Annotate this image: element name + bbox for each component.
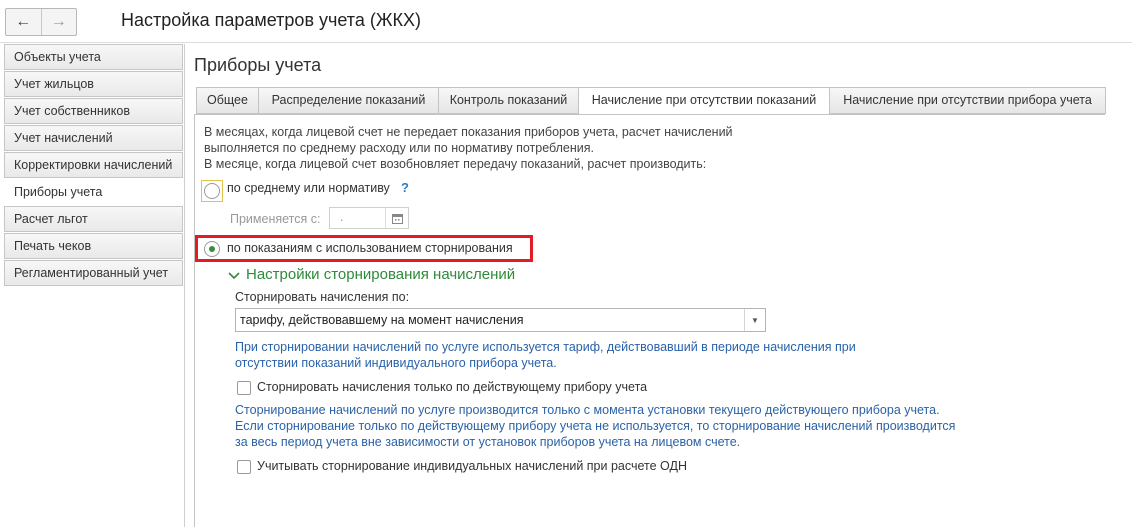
sidebar-item-corrections[interactable]: Корректировки начислений bbox=[4, 152, 183, 178]
info-line: При сторнировании начислений по услуге и… bbox=[235, 340, 856, 354]
panel-border bbox=[194, 114, 195, 527]
description: В месяцах, когда лицевой счет не передае… bbox=[204, 124, 733, 172]
sidebar-item-receipts[interactable]: Печать чеков bbox=[4, 233, 183, 259]
info-line: Сторнирование начислений по услуге произ… bbox=[235, 403, 940, 417]
window-title: Настройка параметров учета (ЖКХ) bbox=[121, 10, 421, 30]
storno-by-label: Сторнировать начисления по: bbox=[235, 290, 410, 304]
storno-tariff-info: При сторнировании начислений по услуге и… bbox=[235, 339, 856, 371]
tab-no-readings[interactable]: Начисление при отсутствии показаний bbox=[578, 87, 830, 115]
radio-readings[interactable] bbox=[204, 241, 220, 257]
tab-general[interactable]: Общее bbox=[196, 87, 259, 114]
arrow-right-icon: → bbox=[50, 13, 67, 30]
info-line: отсутствии показаний индивидуального при… bbox=[235, 356, 557, 370]
sidebar-item-objects[interactable]: Объекты учета bbox=[4, 44, 183, 70]
tab-divider bbox=[195, 114, 1105, 115]
sidebar-item-accruals[interactable]: Учет начислений bbox=[4, 125, 183, 151]
radio-readings-label[interactable]: по показаниям с использованием сторниров… bbox=[227, 241, 513, 255]
info-line: Если сторнирование только по действующем… bbox=[235, 419, 956, 433]
calendar-icon[interactable] bbox=[385, 208, 408, 228]
checkbox-current-meter-only[interactable] bbox=[237, 381, 251, 395]
storno-by-value: тарифу, действовавшему на момент начисле… bbox=[240, 313, 524, 327]
storno-section-title[interactable]: Настройки сторнирования начислений bbox=[246, 266, 515, 283]
tab-no-meter[interactable]: Начисление при отсутствии прибора учета bbox=[829, 87, 1106, 114]
dropdown-arrow-icon[interactable]: ▼ bbox=[744, 309, 765, 331]
applies-from-label: Применяется с: bbox=[230, 212, 321, 226]
description-line: В месяцах, когда лицевой счет не передае… bbox=[204, 125, 733, 139]
tab-distribution[interactable]: Распределение показаний bbox=[258, 87, 439, 114]
arrow-left-icon: ← bbox=[15, 13, 32, 30]
radio-average-label[interactable]: по среднему или нормативу bbox=[227, 181, 390, 195]
back-button[interactable]: ← bbox=[6, 9, 41, 35]
date-value: . bbox=[340, 210, 344, 224]
help-icon[interactable]: ? bbox=[401, 180, 409, 195]
sidebar-item-residents[interactable]: Учет жильцов bbox=[4, 71, 183, 97]
radio-selected-dot bbox=[209, 246, 215, 252]
description-line: В месяце, когда лицевой счет возобновляе… bbox=[204, 157, 707, 171]
radio-average[interactable] bbox=[204, 183, 220, 199]
sidebar-item-owners[interactable]: Учет собственников bbox=[4, 98, 183, 124]
checkbox-odn-storno-label[interactable]: Учитывать сторнирование индивидуальных н… bbox=[257, 459, 687, 473]
main-content: Приборы учета Общее Распределение показа… bbox=[185, 44, 1132, 527]
title-bar: ← → Настройка параметров учета (ЖКХ) bbox=[0, 0, 1132, 42]
sidebar-item-benefits[interactable]: Расчет льгот bbox=[4, 206, 183, 232]
applies-from-date-input[interactable]: . bbox=[329, 207, 409, 229]
navigation-buttons: ← → bbox=[5, 8, 77, 36]
storno-by-select[interactable]: тарифу, действовавшему на момент начисле… bbox=[235, 308, 766, 332]
sidebar-item-meters[interactable]: Приборы учета bbox=[4, 179, 183, 205]
description-line: выполняется по среднему расходу или по н… bbox=[204, 141, 594, 155]
sidebar-item-regulated[interactable]: Регламентированный учет bbox=[4, 260, 183, 286]
page-title: Приборы учета bbox=[194, 55, 322, 75]
sidebar: Объекты учета Учет жильцов Учет собствен… bbox=[0, 44, 185, 527]
info-line: за весь период учета вне зависимости от … bbox=[235, 435, 741, 449]
forward-button[interactable]: → bbox=[40, 9, 77, 35]
title-divider bbox=[0, 42, 1132, 43]
tab-control[interactable]: Контроль показаний bbox=[438, 87, 579, 114]
checkbox-current-meter-only-label[interactable]: Сторнировать начисления только по действ… bbox=[257, 380, 647, 394]
chevron-down-icon[interactable] bbox=[227, 269, 241, 283]
checkbox-odn-storno[interactable] bbox=[237, 460, 251, 474]
storno-period-info: Сторнирование начислений по услуге произ… bbox=[235, 402, 955, 450]
